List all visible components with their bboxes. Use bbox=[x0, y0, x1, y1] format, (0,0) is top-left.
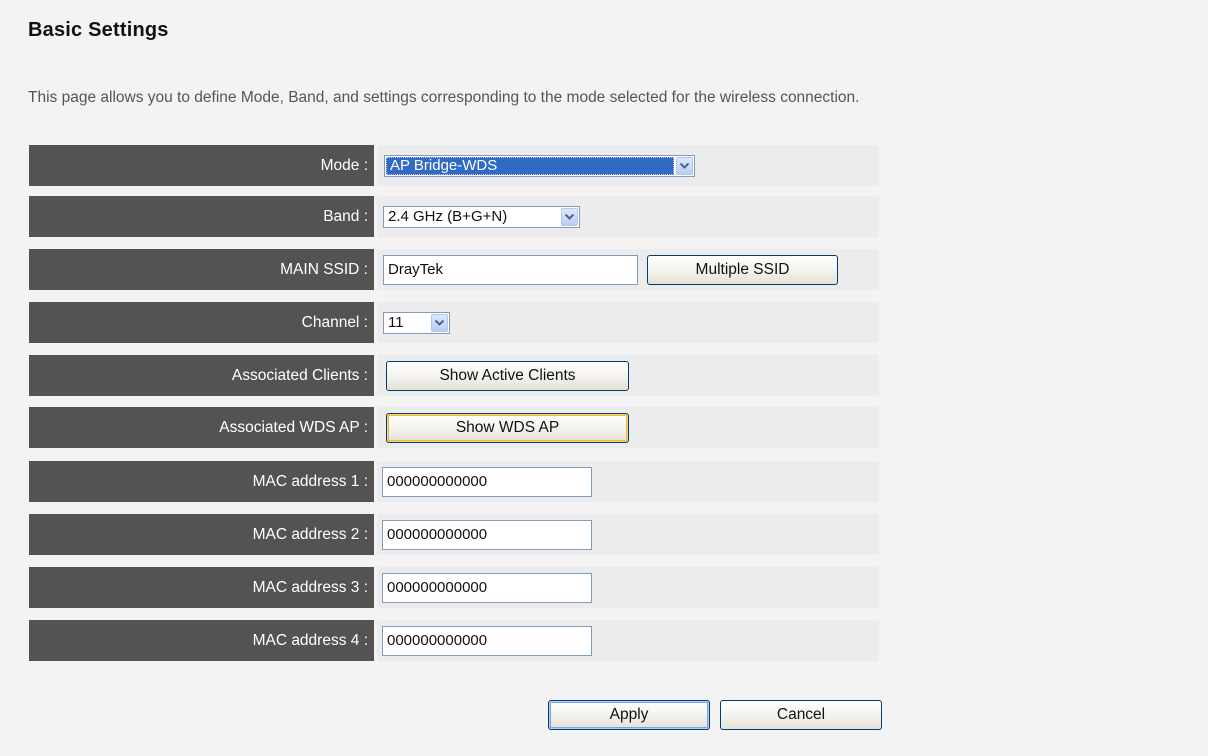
cancel-button[interactable]: Cancel bbox=[720, 700, 882, 730]
associated-wds-ap-label: Associated WDS AP : bbox=[29, 407, 374, 448]
mode-select-value: AP Bridge-WDS bbox=[386, 156, 674, 175]
main-ssid-label: MAIN SSID : bbox=[29, 249, 374, 290]
associated-wds-ap-row: Associated WDS AP : Show WDS AP bbox=[29, 407, 879, 448]
channel-select[interactable]: 11 bbox=[383, 311, 450, 334]
mode-row: Mode : AP Bridge-WDS bbox=[29, 145, 879, 186]
mac-address-label: MAC address 3 : bbox=[29, 567, 374, 608]
mac-address-row: MAC address 3 : bbox=[29, 567, 879, 608]
mac-address-row: MAC address 4 : bbox=[29, 620, 879, 661]
band-select[interactable]: 2.4 GHz (B+G+N) bbox=[383, 205, 580, 228]
show-active-clients-button[interactable]: Show Active Clients bbox=[386, 360, 629, 391]
apply-button[interactable]: Apply bbox=[548, 700, 710, 730]
chevron-down-icon[interactable] bbox=[561, 207, 578, 226]
channel-label: Channel : bbox=[29, 302, 374, 343]
chevron-down-icon[interactable] bbox=[431, 313, 448, 332]
mode-select[interactable]: AP Bridge-WDS bbox=[384, 154, 695, 177]
mac-address-row: MAC address 2 : bbox=[29, 514, 879, 555]
band-row: Band : 2.4 GHz (B+G+N) bbox=[29, 196, 879, 237]
main-ssid-row: MAIN SSID : Multiple SSID bbox=[29, 249, 879, 290]
band-label: Band : bbox=[29, 196, 374, 237]
mac-address-4-input[interactable] bbox=[382, 625, 592, 656]
channel-select-value: 11 bbox=[388, 313, 404, 331]
associated-clients-row: Associated Clients : Show Active Clients bbox=[29, 355, 879, 396]
mac-address-label: MAC address 1 : bbox=[29, 461, 374, 502]
page-title: Basic Settings bbox=[28, 19, 169, 41]
mac-address-2-input[interactable] bbox=[382, 519, 592, 550]
mode-label: Mode : bbox=[29, 145, 374, 186]
mac-address-3-input[interactable] bbox=[382, 572, 592, 603]
show-wds-ap-button[interactable]: Show WDS AP bbox=[386, 412, 629, 443]
band-select-value: 2.4 GHz (B+G+N) bbox=[388, 207, 508, 225]
associated-clients-label: Associated Clients : bbox=[29, 355, 374, 396]
mac-address-label: MAC address 2 : bbox=[29, 514, 374, 555]
mac-address-row: MAC address 1 : bbox=[29, 461, 879, 502]
chevron-down-icon[interactable] bbox=[676, 156, 693, 175]
page-description: This page allows you to define Mode, Ban… bbox=[28, 89, 860, 106]
main-ssid-input[interactable] bbox=[383, 254, 638, 285]
channel-row: Channel : 11 bbox=[29, 302, 879, 343]
mac-address-label: MAC address 4 : bbox=[29, 620, 374, 661]
multiple-ssid-button[interactable]: Multiple SSID bbox=[647, 254, 838, 285]
mac-address-1-input[interactable] bbox=[382, 466, 592, 497]
